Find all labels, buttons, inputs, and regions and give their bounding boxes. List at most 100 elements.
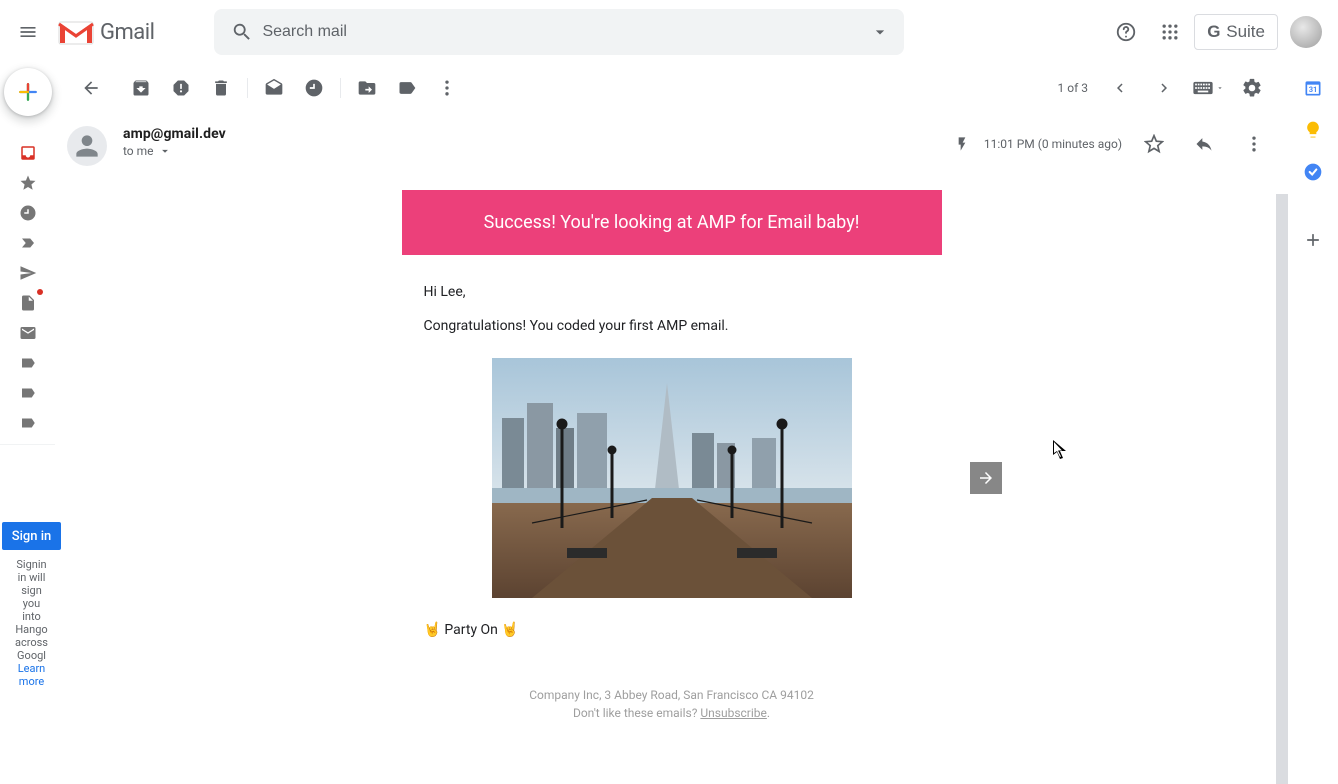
reply-icon [1194, 134, 1214, 154]
amp-bolt-icon [954, 136, 970, 152]
message-header: amp@gmail.dev to me 11:01 PM (0 minutes … [55, 112, 1288, 170]
report-spam-icon [171, 78, 191, 98]
labels-button[interactable] [387, 68, 427, 108]
search-icon[interactable] [222, 12, 262, 52]
support-icon[interactable] [1106, 12, 1146, 52]
svg-text:31: 31 [1309, 85, 1318, 94]
unread-dot-icon [37, 289, 43, 295]
next-message-button[interactable] [1144, 68, 1184, 108]
arrow-right-icon [977, 469, 995, 487]
gear-icon [1241, 77, 1263, 99]
calendar-app[interactable]: 31 [1303, 78, 1323, 98]
arrow-back-icon [81, 78, 101, 98]
image-carousel [402, 358, 942, 598]
prev-message-button[interactable] [1100, 68, 1140, 108]
apps-grid-icon[interactable] [1150, 12, 1190, 52]
get-addons-button[interactable] [1303, 230, 1323, 250]
search-options-icon[interactable] [860, 12, 900, 52]
delete-button[interactable] [201, 68, 241, 108]
message-toolbar: 1 of 3 [55, 64, 1288, 112]
reply-button[interactable] [1186, 126, 1222, 162]
learn-more-link[interactable]: Learn more [18, 662, 46, 688]
keep-app[interactable] [1303, 120, 1323, 140]
nav-all-mail[interactable] [12, 318, 44, 348]
footer-address: Company Inc, 3 Abbey Road, San Francisco… [402, 686, 942, 704]
keyboard-icon [1192, 81, 1214, 95]
hamburger-menu-icon[interactable] [4, 8, 52, 56]
email-footer: Company Inc, 3 Abbey Road, San Francisco… [402, 686, 942, 722]
moveto-button[interactable] [347, 68, 387, 108]
star-button[interactable] [1136, 126, 1172, 162]
document-icon [19, 294, 37, 312]
main-content: 1 of 3 amp@gmail.dev [55, 64, 1288, 748]
carousel-image [492, 358, 852, 598]
unsubscribe-link[interactable]: Unsubscribe [700, 706, 767, 720]
nav-snoozed[interactable] [12, 198, 44, 228]
nav-label2[interactable] [12, 378, 44, 408]
nav-inbox[interactable] [12, 138, 44, 168]
mail-icon [19, 324, 37, 342]
gmail-logo[interactable]: Gmail [56, 17, 154, 47]
nav-sent[interactable] [12, 258, 44, 288]
compose-plus-icon [14, 78, 42, 106]
nav-divider [0, 444, 55, 445]
email-banner: Success! You're looking at AMP for Email… [402, 190, 942, 255]
message-more-button[interactable] [1236, 126, 1272, 162]
dropdown-icon [1216, 84, 1224, 92]
tasks-icon [1303, 162, 1323, 182]
signin-block: Sign in Signinin willsignyouintoHangoacr… [8, 522, 55, 688]
inbox-icon [19, 144, 37, 162]
nav-label3[interactable] [12, 408, 44, 438]
dropdown-icon [158, 144, 172, 158]
clock-icon [304, 78, 324, 98]
markunread-button[interactable] [254, 68, 294, 108]
carousel-next-button[interactable] [970, 462, 1002, 494]
mark-unread-icon [264, 78, 284, 98]
separator [340, 78, 341, 98]
label-icon [19, 384, 37, 402]
folder-move-icon [357, 78, 377, 98]
clock-icon [19, 204, 37, 222]
signin-button[interactable]: Sign in [2, 522, 62, 550]
spam-button[interactable] [161, 68, 201, 108]
gsuite-button[interactable]: GG Suite Suite [1194, 14, 1278, 50]
important-icon [19, 234, 37, 252]
party-line: 🤘 Party On 🤘 [424, 622, 942, 638]
more-vert-icon [437, 78, 457, 98]
label-icon [19, 354, 37, 372]
trash-icon [211, 78, 231, 98]
recipient-line[interactable]: to me [123, 144, 226, 158]
calendar-icon: 31 [1303, 78, 1323, 98]
signin-text: Signinin willsignyouintoHangoacrossGoogl… [8, 558, 55, 688]
nav-label1[interactable] [12, 348, 44, 378]
gmail-m-icon [56, 17, 96, 47]
compose-button[interactable] [4, 68, 52, 116]
search-input[interactable] [262, 23, 896, 41]
nav-drafts[interactable] [12, 288, 44, 318]
nav-important[interactable] [12, 228, 44, 258]
label-icon [397, 78, 417, 98]
email-body: Success! You're looking at AMP for Email… [55, 170, 1288, 748]
account-avatar[interactable] [1290, 16, 1322, 48]
more-vert-icon [1244, 134, 1264, 154]
input-tools-button[interactable] [1188, 68, 1228, 108]
scrollbar-thumb[interactable] [1276, 194, 1288, 784]
gmail-logo-text: Gmail [100, 20, 154, 45]
back-button[interactable] [71, 68, 111, 108]
settings-button[interactable] [1232, 68, 1272, 108]
email-line1: Congratulations! You coded your first AM… [424, 317, 942, 337]
scrollbar-track [1276, 64, 1288, 728]
page-counter: 1 of 3 [1058, 81, 1088, 95]
archive-button[interactable] [121, 68, 161, 108]
snooze-button[interactable] [294, 68, 334, 108]
nav-starred[interactable] [12, 168, 44, 198]
more-button[interactable] [427, 68, 467, 108]
star-icon [19, 174, 37, 192]
label-icon [19, 414, 37, 432]
tasks-app[interactable] [1303, 162, 1323, 182]
sender-avatar[interactable] [67, 126, 107, 166]
search-bar[interactable] [214, 9, 904, 55]
send-icon [19, 264, 37, 282]
separator [247, 78, 248, 98]
message-time: 11:01 PM (0 minutes ago) [984, 137, 1122, 151]
